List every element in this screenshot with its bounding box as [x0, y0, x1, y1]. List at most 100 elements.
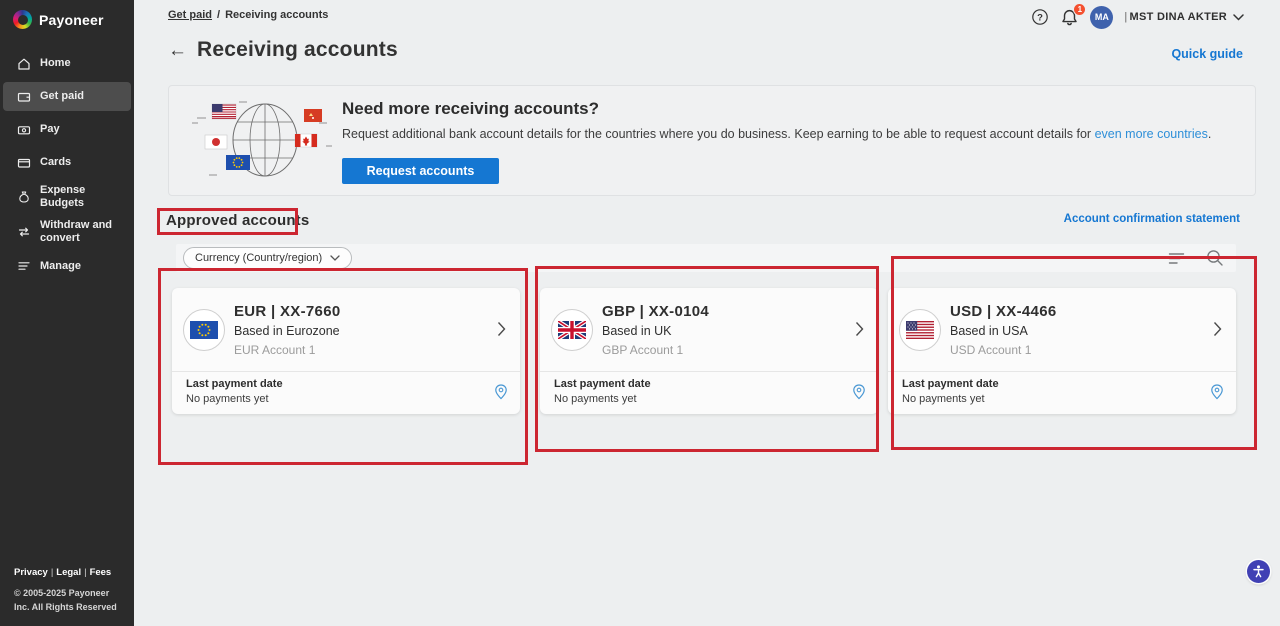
avatar[interactable]: MA [1090, 6, 1113, 29]
manage-icon [17, 259, 31, 273]
card-info: GBP | XX-0104 Based in UK GBP Account 1 [602, 299, 709, 371]
help-glyph: ? [1037, 12, 1043, 23]
approved-accounts-heading: Approved accounts [166, 212, 309, 229]
chevron-down-icon [1233, 14, 1244, 21]
banner-body: Request additional bank account details … [342, 127, 1239, 141]
sidebar-nav: Home Get paid Pay Cards [0, 49, 134, 281]
last-payment-value: No payments yet [186, 393, 283, 405]
privacy-link[interactable]: Privacy [14, 567, 48, 578]
account-number: USD | XX-4466 [950, 303, 1056, 320]
notifications-bell-icon[interactable]: 1 [1060, 8, 1079, 27]
breadcrumb-separator: / [217, 9, 220, 21]
accessibility-person-icon [1251, 564, 1266, 579]
link-separator: | [51, 567, 53, 578]
card-footer: Last payment date No payments yet [540, 371, 878, 414]
currency-filter-label: Currency (Country/region) [195, 252, 322, 264]
sidebar: Payoneer Home Get paid Pay [0, 0, 134, 626]
legal-link[interactable]: Legal [56, 567, 81, 578]
get-paid-icon [17, 90, 31, 104]
request-accounts-banner: Need more receiving accounts? Request ad… [168, 85, 1256, 196]
help-icon[interactable]: ? [1031, 8, 1049, 26]
link-separator: | [84, 567, 86, 578]
card-top: USD | XX-4466 Based in USA USD Account 1 [888, 288, 1236, 371]
notification-badge: 1 [1073, 3, 1086, 16]
canada-flag-icon [295, 134, 317, 147]
account-card-eur[interactable]: EUR | XX-7660 Based in Eurozone EUR Acco… [172, 288, 520, 414]
sidebar-item-pay[interactable]: Pay [3, 115, 131, 144]
fees-link[interactable]: Fees [90, 567, 112, 578]
last-payment-label: Last payment date [902, 378, 999, 390]
sidebar-item-label: Withdraw and convert [40, 219, 114, 244]
pay-icon [17, 123, 31, 137]
accessibility-widget-button[interactable] [1247, 560, 1270, 583]
card-top: EUR | XX-7660 Based in Eurozone EUR Acco… [172, 288, 520, 371]
card-info: USD | XX-4466 Based in USA USD Account 1 [950, 299, 1056, 371]
location-pin-icon[interactable] [1210, 384, 1224, 414]
chevron-right-icon[interactable] [497, 321, 506, 342]
sidebar-item-withdraw-convert[interactable]: Withdraw and convert [3, 216, 131, 247]
payoneer-logo-icon [13, 10, 32, 29]
sidebar-item-expense-budgets[interactable]: Expense Budgets [3, 181, 131, 212]
breadcrumb: Get paid / Receiving accounts [168, 9, 328, 21]
japan-flag-icon [205, 135, 227, 149]
list-view-icon[interactable] [1168, 251, 1185, 266]
expense-budgets-icon [17, 190, 31, 204]
account-confirmation-statement-link[interactable]: Account confirmation statement [1064, 213, 1240, 225]
red-flag-icon [304, 109, 322, 122]
breadcrumb-get-paid[interactable]: Get paid [168, 9, 212, 21]
chevron-right-icon[interactable] [855, 321, 864, 342]
sidebar-item-get-paid[interactable]: Get paid [3, 82, 131, 111]
request-accounts-button[interactable]: Request accounts [342, 158, 499, 184]
sidebar-item-label: Cards [40, 156, 71, 169]
sidebar-item-label: Manage [40, 260, 81, 273]
sidebar-item-cards[interactable]: Cards [3, 148, 131, 177]
uk-flag-icon [551, 309, 593, 351]
header-actions: ? 1 MA |MST DINA AKTER [1031, 4, 1244, 30]
globe-flags-illustration [179, 88, 344, 200]
user-name-divider: | [1124, 11, 1127, 23]
account-name: EUR Account 1 [234, 343, 340, 357]
banner-content: Need more receiving accounts? Request ad… [342, 99, 1239, 141]
sidebar-item-label: Home [40, 57, 71, 70]
last-payment-value: No payments yet [554, 393, 651, 405]
payoneer-logo-text: Payoneer [39, 12, 104, 28]
banner-body-text: Request additional bank account details … [342, 127, 1095, 141]
accounts-toolbar: Currency (Country/region) [176, 244, 1236, 272]
us-flag-icon [212, 104, 236, 119]
account-card-gbp[interactable]: GBP | XX-0104 Based in UK GBP Account 1 … [540, 288, 878, 414]
account-based-in: Based in UK [602, 324, 709, 338]
location-pin-icon[interactable] [852, 384, 866, 414]
sidebar-footer: Privacy|Legal|Fees © 2005-2025 Payoneer … [14, 567, 128, 614]
sidebar-item-label: Get paid [40, 90, 84, 103]
user-name: MST DINA AKTER [1130, 11, 1228, 23]
quick-guide-link[interactable]: Quick guide [1171, 47, 1243, 61]
search-icon[interactable] [1206, 249, 1224, 267]
account-card-usd[interactable]: USD | XX-4466 Based in USA USD Account 1… [888, 288, 1236, 414]
card-footer: Last payment date No payments yet [172, 371, 520, 414]
sidebar-item-manage[interactable]: Manage [3, 252, 131, 281]
card-footer: Last payment date No payments yet [888, 371, 1236, 414]
user-menu[interactable]: |MST DINA AKTER [1124, 11, 1244, 23]
currency-filter-dropdown[interactable]: Currency (Country/region) [183, 247, 352, 269]
toolbar-icons [1168, 249, 1224, 267]
back-arrow-icon[interactable]: ← [168, 41, 187, 60]
banner-body-period: . [1208, 127, 1211, 141]
last-payment-value: No payments yet [902, 393, 999, 405]
last-payment-label: Last payment date [186, 378, 283, 390]
card-info: EUR | XX-7660 Based in Eurozone EUR Acco… [234, 299, 340, 371]
copyright-line1: © 2005-2025 Payoneer [14, 587, 128, 601]
account-number: GBP | XX-0104 [602, 303, 709, 320]
page-title: Receiving accounts [197, 38, 398, 62]
location-pin-icon[interactable] [494, 384, 508, 414]
account-based-in: Based in USA [950, 324, 1056, 338]
even-more-countries-link[interactable]: even more countries [1095, 127, 1208, 141]
sidebar-item-label: Pay [40, 123, 60, 136]
account-name: USD Account 1 [950, 343, 1056, 357]
sidebar-item-home[interactable]: Home [3, 49, 131, 78]
chevron-right-icon[interactable] [1213, 321, 1222, 342]
banner-title: Need more receiving accounts? [342, 99, 1239, 119]
withdraw-convert-icon [17, 225, 31, 239]
payoneer-logo[interactable]: Payoneer [0, 0, 134, 29]
eu-flag-icon [183, 309, 225, 351]
account-based-in: Based in Eurozone [234, 324, 340, 338]
